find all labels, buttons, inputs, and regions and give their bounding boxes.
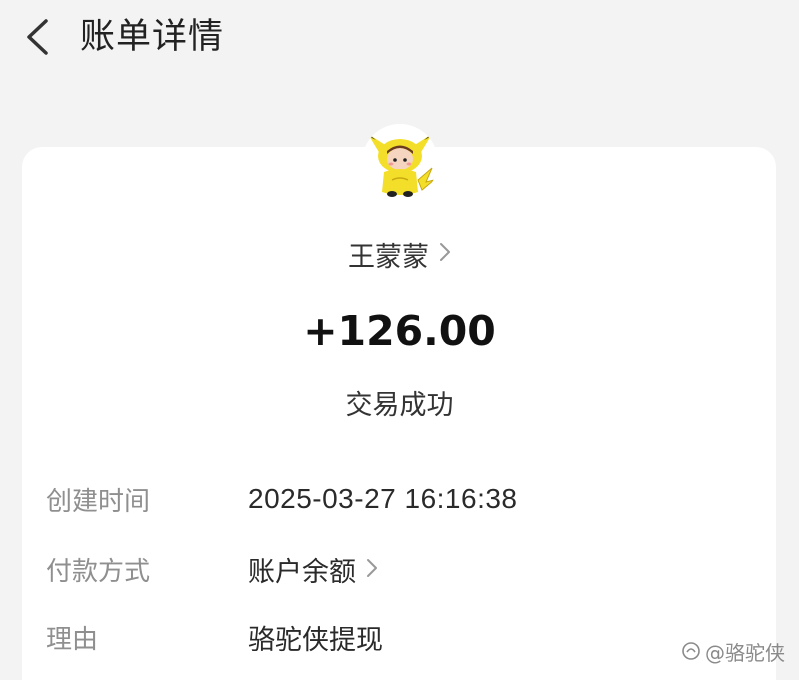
transaction-amount: +126.00 (303, 307, 496, 355)
payee-avatar[interactable] (362, 124, 438, 200)
created-time-value: 2025-03-27 16:16:38 (248, 483, 518, 514)
back-arrow-icon (27, 19, 48, 55)
detail-row-created-time: 创建时间 2025-03-27 16:16:38 (46, 479, 766, 519)
bill-detail-page: 账单详情 王蒙蒙 +126.00 交易成功 创建时间 2025-03-27 16… (0, 0, 799, 680)
avatar-pikachu-costume (368, 134, 435, 197)
payment-method-value: 账户余额 (248, 556, 356, 588)
detail-row-reason: 理由 骆驼侠提现 (46, 617, 766, 657)
header-bar: 账单详情 (0, 0, 799, 80)
payment-method-value-wrap[interactable]: 账户余额 (248, 550, 378, 589)
chevron-right-icon (439, 242, 451, 266)
watermark-text: @骆驼侠 (705, 640, 785, 665)
reason-label: 理由 (46, 624, 99, 655)
page-title: 账单详情 (80, 17, 225, 57)
created-time-label: 创建时间 (46, 486, 151, 517)
reason-value: 骆驼侠提现 (248, 624, 383, 656)
detail-row-payment-method[interactable]: 付款方式 账户余额 (46, 549, 766, 589)
payment-method-label: 付款方式 (46, 556, 151, 587)
payee-name: 王蒙蒙 (348, 241, 429, 273)
watermark: @骆驼侠 (681, 638, 785, 665)
transaction-status: 交易成功 (345, 390, 454, 421)
payee-link[interactable]: 王蒙蒙 (0, 232, 799, 276)
back-button[interactable] (14, 12, 60, 62)
watermark-logo-icon (682, 642, 700, 660)
chevron-right-icon (366, 554, 378, 585)
